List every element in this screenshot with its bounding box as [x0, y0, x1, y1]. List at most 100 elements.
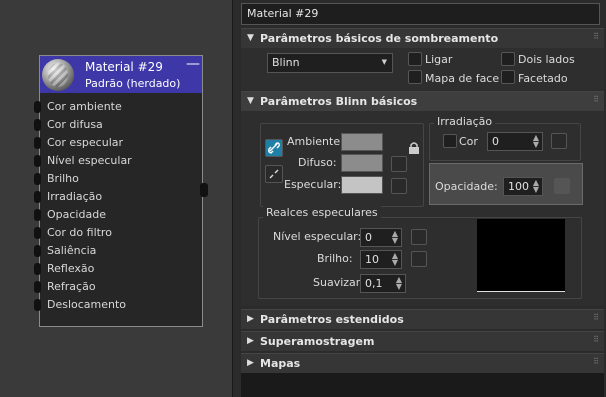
grip-icon: ⠿ — [593, 32, 599, 41]
diffuse-color-swatch[interactable] — [341, 154, 383, 172]
self-illumination-group-label: Irradiação — [434, 115, 496, 128]
spec-level-map-button[interactable] — [411, 229, 427, 245]
node-input-socket[interactable] — [34, 101, 41, 113]
glossiness-map-button[interactable] — [411, 251, 427, 267]
specular-label: Especular: — [284, 178, 342, 191]
node-title: Material #29 — [85, 60, 163, 74]
specular-color-swatch[interactable] — [341, 176, 383, 194]
shader-type-select[interactable]: Blinn ▼ — [267, 53, 393, 73]
node-slot-label[interactable]: Refração — [47, 280, 96, 293]
node-slot-label[interactable]: Opacidade — [47, 208, 106, 221]
material-name-field[interactable]: Material #29 — [241, 3, 600, 25]
face-map-label: Mapa de face — [425, 72, 500, 85]
self-illum-color-checkbox[interactable] — [443, 134, 457, 148]
rollout-collapsed-icon: ▶ — [247, 336, 254, 346]
node-slot-label[interactable]: Brilho — [47, 172, 79, 185]
rollout-title: Parâmetros estendidos — [260, 313, 404, 326]
ambient-label: Ambiente: — [287, 135, 344, 148]
spinner-arrows-icon[interactable]: ▲ ▼ — [533, 179, 539, 194]
opacity-label: Opacidade: — [435, 180, 498, 193]
rollout-basic-shading[interactable]: ▼ Parâmetros básicos de sombreamento ⠿ — [241, 28, 604, 48]
node-input-socket[interactable] — [34, 227, 41, 239]
rollout-title: Parâmetros Blinn básicos — [260, 95, 418, 108]
specular-map-button[interactable] — [391, 178, 407, 194]
self-illum-map-button[interactable] — [551, 133, 567, 149]
rollout-extended[interactable]: ▶ Parâmetros estendidos ⠿ — [241, 309, 604, 329]
spinner-arrows-icon[interactable]: ▲ ▼ — [392, 252, 398, 267]
soften-label: Suavizar: — [313, 276, 364, 289]
node-input-socket[interactable] — [34, 155, 41, 167]
glossiness-value: 10 — [365, 253, 379, 266]
self-illum-color-label: Cor — [459, 135, 478, 148]
panel-empty-area — [241, 373, 604, 397]
wire-label: Ligar — [425, 53, 453, 66]
opacity-map-button[interactable] — [554, 178, 570, 194]
node-slot-label[interactable]: Nível especular — [47, 154, 132, 167]
node-slot-label[interactable]: Cor ambiente — [47, 100, 122, 113]
opacity-value: 100 — [508, 180, 529, 193]
specular-highlights-group-label: Realces especulares — [263, 206, 381, 219]
node-canvas[interactable]: Material #29 Padrão (herdado) — Cor ambi… — [0, 0, 232, 397]
rollout-supersampling[interactable]: ▶ Superamostragem ⠿ — [241, 331, 604, 351]
unlink-icon[interactable] — [265, 165, 283, 183]
node-input-socket[interactable] — [34, 191, 41, 203]
node-input-socket[interactable] — [34, 173, 41, 185]
rollout-title: Parâmetros básicos de sombreamento — [260, 32, 499, 45]
spec-level-label: Nível especular: — [273, 230, 362, 243]
node-slot-label[interactable]: Reflexão — [47, 262, 94, 275]
node-input-socket[interactable] — [34, 137, 41, 149]
node-input-socket[interactable] — [34, 119, 41, 131]
spinner-arrows-icon[interactable]: ▲ ▼ — [533, 134, 539, 149]
wire-checkbox[interactable] — [408, 52, 422, 66]
rollout-collapsed-icon: ▶ — [247, 358, 254, 368]
soften-spinner[interactable]: 0,1 ▲ ▼ — [360, 274, 406, 293]
rollout-collapsed-icon: ▶ — [247, 314, 254, 324]
material-node[interactable]: Material #29 Padrão (herdado) — Cor ambi… — [34, 55, 203, 327]
node-input-socket[interactable] — [34, 245, 41, 257]
node-slot-label[interactable]: Deslocamento — [47, 298, 126, 311]
rollout-title: Mapas — [260, 357, 301, 370]
node-input-socket[interactable] — [34, 281, 41, 293]
lock-icon[interactable] — [408, 141, 420, 158]
link-icon[interactable] — [265, 139, 283, 157]
node-input-socket[interactable] — [34, 299, 41, 311]
self-illum-spinner[interactable]: 0 ▲ ▼ — [487, 132, 543, 151]
node-slot-label[interactable]: Irradiação — [47, 190, 102, 203]
chevron-down-icon: ▼ — [381, 58, 387, 66]
ambient-color-swatch[interactable] — [341, 133, 383, 151]
rollout-expanded-icon: ▼ — [247, 33, 254, 43]
diffuse-label: Difuso: — [298, 156, 337, 169]
soften-value: 0,1 — [365, 277, 383, 290]
grip-icon: ⠿ — [593, 313, 599, 322]
node-slot-label[interactable]: Saliência — [47, 244, 96, 257]
node-slot-label[interactable]: Cor difusa — [47, 118, 103, 131]
rollout-blinn-basic[interactable]: ▼ Parâmetros Blinn básicos ⠿ — [241, 91, 604, 111]
highlight-curve-graph — [477, 219, 565, 292]
glossiness-spinner[interactable]: 10 ▲ ▼ — [360, 250, 402, 269]
diffuse-map-button[interactable] — [391, 156, 407, 172]
node-slot-label[interactable]: Cor do filtro — [47, 226, 112, 239]
opacity-spinner[interactable]: 100 ▲ ▼ — [503, 177, 543, 196]
node-slot-label[interactable]: Cor especular — [47, 136, 123, 149]
node-input-socket[interactable] — [34, 263, 41, 275]
faceted-label: Facetado — [518, 72, 568, 85]
face-map-checkbox[interactable] — [408, 70, 422, 84]
faceted-checkbox[interactable] — [501, 70, 515, 84]
node-input-socket[interactable] — [34, 209, 41, 221]
grip-icon: ⠿ — [593, 335, 599, 344]
material-name-text: Material #29 — [247, 7, 319, 20]
shader-type-value: Blinn — [272, 56, 300, 69]
rollout-expanded-icon: ▼ — [247, 96, 254, 106]
node-collapse-button[interactable]: — — [186, 56, 200, 72]
spec-level-spinner[interactable]: 0 ▲ ▼ — [360, 228, 402, 247]
grip-icon: ⠿ — [593, 95, 599, 104]
spec-level-value: 0 — [365, 231, 372, 244]
node-subtitle: Padrão (herdado) — [85, 77, 181, 90]
blinn-basic-body: Ambiente: Difuso: Especular: Irradiação … — [241, 111, 604, 306]
spinner-arrows-icon[interactable]: ▲ ▼ — [396, 276, 402, 291]
two-sided-checkbox[interactable] — [501, 52, 515, 66]
rollout-maps[interactable]: ▶ Mapas ⠿ — [241, 353, 604, 373]
spinner-arrows-icon[interactable]: ▲ ▼ — [392, 230, 398, 245]
node-output-socket[interactable] — [200, 183, 208, 197]
material-node-header[interactable]: Material #29 Padrão (herdado) — — [40, 56, 202, 93]
